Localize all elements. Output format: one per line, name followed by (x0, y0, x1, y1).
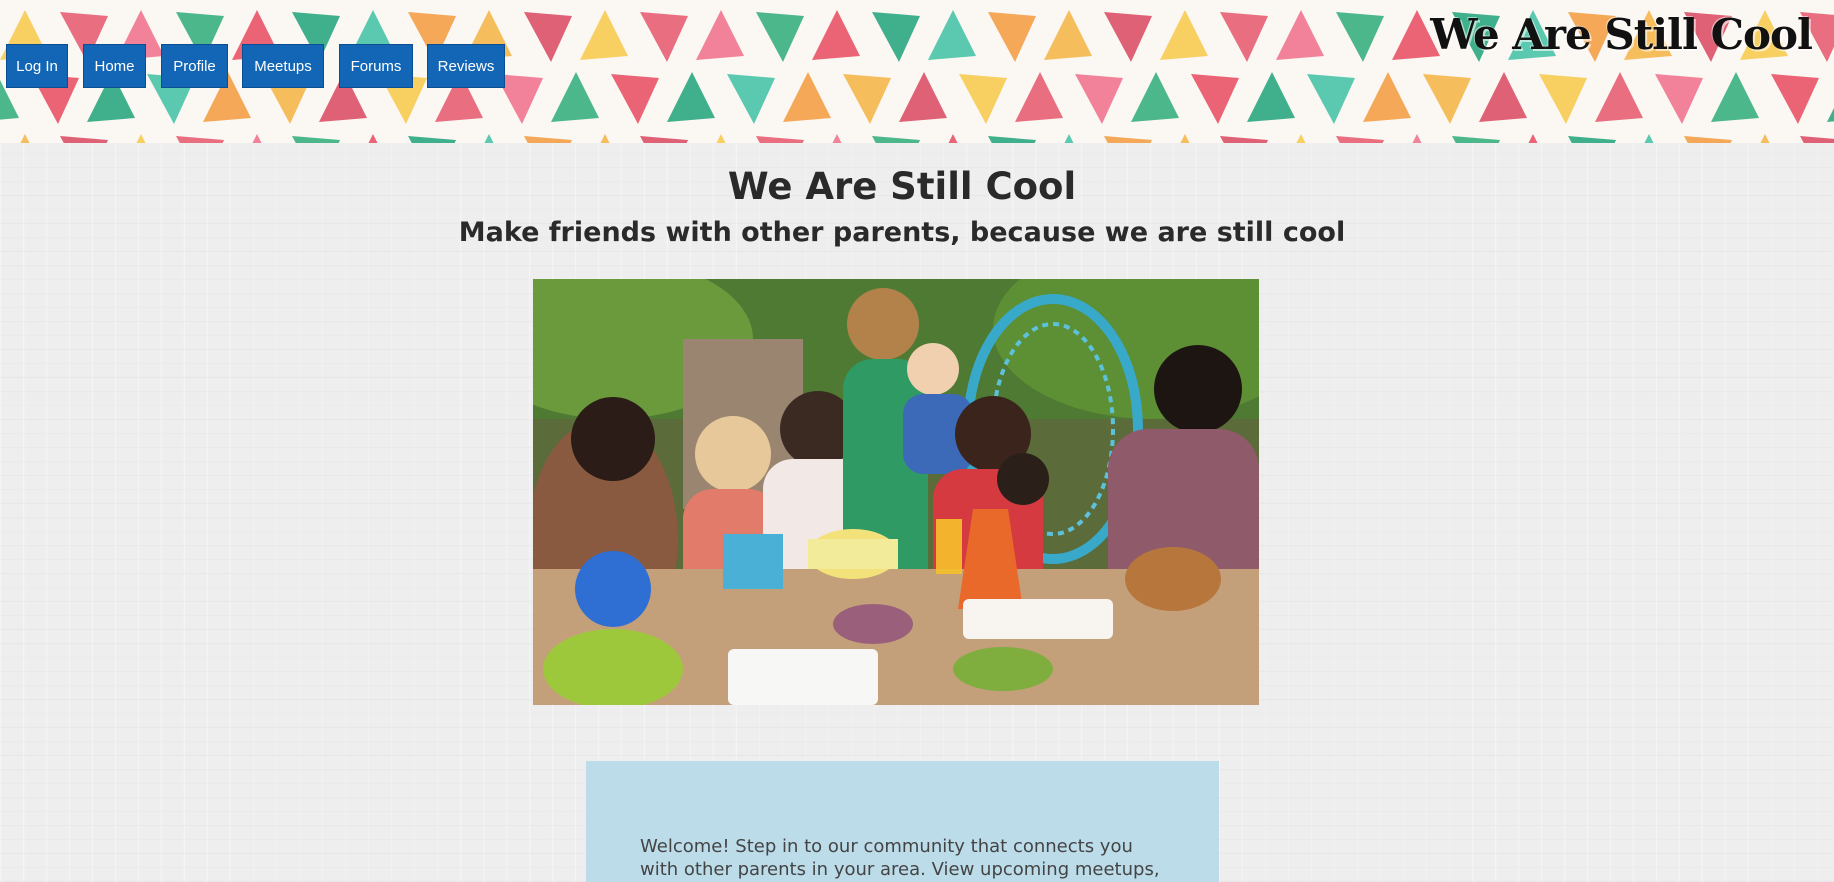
welcome-box: Welcome! Step in to our community that c… (586, 761, 1219, 882)
nav-home-button[interactable]: Home (83, 44, 146, 88)
nav-meetups-button[interactable]: Meetups (242, 44, 324, 88)
nav-reviews-button[interactable]: Reviews (427, 44, 505, 88)
nav-login-button[interactable]: Log In (6, 44, 68, 88)
header-banner: Log In Home Profile Meetups Forums Revie… (0, 0, 1834, 143)
family-party-photo-icon (533, 279, 1259, 705)
nav-profile-button[interactable]: Profile (161, 44, 228, 88)
page-title: We Are Still Cool (727, 165, 1077, 208)
brand-logo-text[interactable]: We Are Still Cool (1430, 10, 1813, 59)
welcome-text: Welcome! Step in to our community that c… (640, 836, 1160, 880)
nav-forums-button[interactable]: Forums (339, 44, 413, 88)
page-subtitle: Make friends with other parents, because… (458, 217, 1346, 248)
hero-image (533, 279, 1259, 705)
